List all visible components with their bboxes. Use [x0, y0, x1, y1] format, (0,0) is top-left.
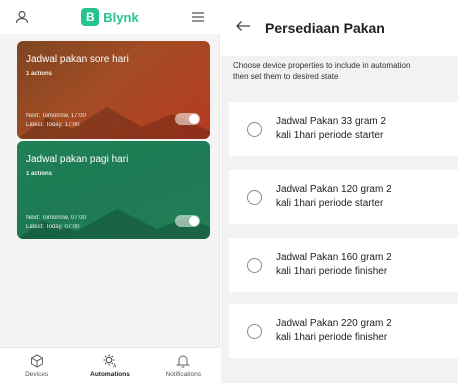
automations-screen: B Blynk Jadwal pakan sore hari 1 actions… — [0, 0, 220, 383]
automation-title: Jadwal pakan sore hari — [26, 54, 129, 65]
automation-enable-toggle[interactable] — [175, 113, 200, 125]
instructions-line-1: Choose device properties to include in a… — [233, 61, 411, 70]
option-row[interactable]: Jadwal Pakan 33 gram 2 kali 1hari period… — [229, 102, 458, 156]
automation-next-run: Next: Tomorrow, 17:00 — [26, 113, 86, 119]
blynk-logo: B Blynk — [81, 8, 139, 26]
svg-text:A: A — [113, 363, 117, 368]
instructions-line-2: then set them to desired state — [233, 72, 339, 81]
instructions: Choose device properties to include in a… — [221, 60, 458, 82]
page-title: Persediaan Pakan — [265, 20, 385, 36]
logo-text: Blynk — [103, 9, 139, 25]
option-row[interactable]: Jadwal Pakan 220 gram 2 kali 1hari perio… — [229, 304, 458, 358]
top-bar: B Blynk — [0, 0, 220, 34]
nav-automations[interactable]: A Automations — [73, 348, 146, 383]
logo-badge: B — [81, 8, 100, 26]
nav-label: Automations — [90, 370, 130, 378]
sun-automation-icon: A — [103, 354, 117, 368]
automation-actions-count: 1 actions — [26, 71, 53, 77]
automation-actions-count: 1 actions — [26, 171, 53, 177]
radio-button[interactable] — [247, 323, 262, 339]
radio-button[interactable] — [247, 121, 262, 137]
option-label: Jadwal Pakan 220 gram 2 kali 1hari perio… — [276, 318, 392, 343]
bottom-nav: Devices A Automations Notifications — [0, 347, 220, 383]
screen-root: B Blynk Jadwal pakan sore hari 1 actions… — [0, 0, 458, 383]
option-label: Jadwal Pakan 160 gram 2 kali 1hari perio… — [276, 252, 392, 277]
option-label: Jadwal Pakan 33 gram 2 kali 1hari period… — [276, 116, 387, 141]
bell-icon — [176, 355, 191, 368]
automation-latest-run: Latest: Today, 17:00 — [26, 122, 80, 128]
automation-enable-toggle[interactable] — [175, 215, 200, 227]
radio-button[interactable] — [247, 257, 262, 273]
arrow-left-icon[interactable] — [235, 19, 251, 37]
automation-latest-run: Latest: Today, 07:00 — [26, 224, 80, 230]
nav-devices[interactable]: Devices — [0, 348, 73, 383]
nav-label: Notifications — [165, 370, 202, 378]
user-icon[interactable] — [12, 7, 32, 27]
header: Persediaan Pakan — [221, 0, 458, 56]
nav-notifications[interactable]: Notifications — [147, 348, 220, 383]
automation-next-run: Next: Tomorrow, 07:00 — [26, 215, 86, 221]
menu-icon[interactable] — [188, 7, 208, 27]
automation-title: Jadwal pakan pagi hari — [26, 154, 129, 165]
automation-card-pagi[interactable]: Jadwal pakan pagi hari 1 actions Next: T… — [17, 141, 210, 239]
nav-label: Devices — [25, 370, 49, 378]
option-row[interactable]: Jadwal Pakan 160 gram 2 kali 1hari perio… — [229, 238, 458, 292]
option-label: Jadwal Pakan 120 gram 2 kali 1hari perio… — [276, 184, 392, 209]
property-select-screen: Persediaan Pakan Choose device propertie… — [221, 0, 458, 383]
cube-icon — [30, 353, 43, 368]
option-row[interactable]: Jadwal Pakan 120 gram 2 kali 1hari perio… — [229, 170, 458, 224]
radio-button[interactable] — [247, 189, 262, 205]
automation-card-sore[interactable]: Jadwal pakan sore hari 1 actions Next: T… — [17, 41, 210, 139]
